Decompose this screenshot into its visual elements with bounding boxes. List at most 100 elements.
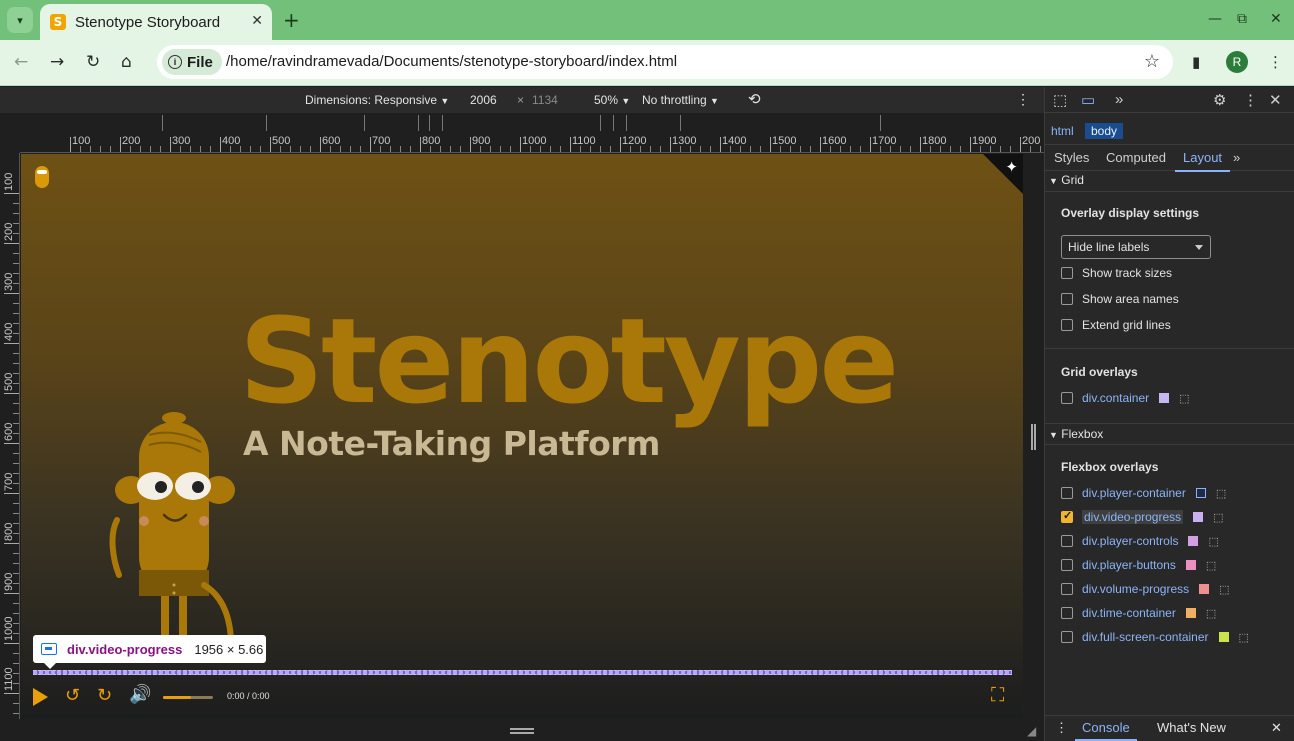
drawer-tab-whats-new[interactable]: What's New bbox=[1157, 720, 1226, 735]
media-query-marker[interactable] bbox=[600, 115, 601, 131]
inspect-element-icon[interactable]: ⬚ bbox=[1053, 91, 1067, 109]
media-query-marker[interactable] bbox=[613, 115, 614, 131]
breadcrumb-html[interactable]: html bbox=[1045, 123, 1080, 139]
checkbox[interactable] bbox=[1061, 607, 1073, 619]
select-node-icon[interactable]: ⬚ bbox=[1208, 535, 1218, 548]
overlay-class-name[interactable]: div.full-screen-container bbox=[1082, 630, 1209, 644]
volume-icon[interactable]: 🔊 bbox=[129, 684, 151, 705]
checkbox[interactable] bbox=[1061, 293, 1073, 305]
home-icon[interactable]: ⌂ bbox=[121, 52, 132, 72]
flexbox-overlay-row[interactable]: div.player-controls ⬚ bbox=[1061, 532, 1219, 550]
width-input[interactable]: 2006 bbox=[470, 93, 497, 107]
tab-computed[interactable]: Computed bbox=[1106, 150, 1166, 165]
overlay-class-name[interactable]: div.player-container bbox=[1082, 486, 1186, 500]
overlay-class-name[interactable]: div.volume-progress bbox=[1082, 582, 1189, 596]
color-swatch[interactable] bbox=[1218, 632, 1229, 642]
play-icon[interactable] bbox=[33, 688, 48, 706]
forward-icon[interactable]: → bbox=[50, 52, 64, 72]
overlay-class-name[interactable]: div.video-progress bbox=[1082, 510, 1184, 524]
select-node-icon[interactable]: ⬚ bbox=[1213, 511, 1223, 524]
checkbox[interactable] bbox=[1061, 392, 1073, 404]
line-labels-select[interactable]: Hide line labels bbox=[1061, 235, 1211, 259]
window-close-icon[interactable]: ✕ bbox=[1270, 11, 1282, 27]
flexbox-overlay-row[interactable]: div.full-screen-container ⬚ bbox=[1061, 628, 1249, 646]
throttle-select[interactable]: No throttling ▼ bbox=[642, 93, 719, 107]
resize-handle-right[interactable] bbox=[1031, 424, 1036, 450]
settings-gear-icon[interactable]: ⚙ bbox=[1213, 91, 1226, 109]
overlay-class-name[interactable]: div.player-controls bbox=[1082, 534, 1178, 548]
checkbox[interactable] bbox=[1061, 487, 1073, 499]
media-query-bar[interactable] bbox=[0, 113, 1044, 133]
back-icon[interactable]: ← bbox=[14, 52, 28, 72]
show-area-names-option[interactable]: Show area names bbox=[1061, 290, 1179, 308]
menu-kebab-icon[interactable]: ⋮ bbox=[1268, 53, 1283, 71]
pin-icon[interactable]: ✦ bbox=[1005, 158, 1018, 176]
tab-search-button[interactable]: ▾ bbox=[7, 7, 33, 33]
overlay-class-name[interactable]: div.time-container bbox=[1082, 606, 1176, 620]
device-more-icon[interactable]: ⋮ bbox=[1016, 91, 1030, 108]
checkbox[interactable] bbox=[1061, 267, 1073, 279]
media-query-marker[interactable] bbox=[429, 115, 430, 131]
media-query-marker[interactable] bbox=[162, 115, 163, 131]
restore-icon[interactable]: ⧉ bbox=[1237, 11, 1247, 27]
fullscreen-icon[interactable]: ⛶ bbox=[991, 684, 1004, 706]
video-progress-overlay[interactable] bbox=[33, 670, 1012, 675]
dimensions-select[interactable]: Dimensions: Responsive ▼ bbox=[305, 93, 449, 107]
flexbox-overlay-row[interactable]: div.time-container ⬚ bbox=[1061, 604, 1216, 622]
media-query-marker[interactable] bbox=[364, 115, 365, 131]
new-tab-button[interactable]: + bbox=[283, 8, 300, 32]
color-swatch[interactable] bbox=[1185, 608, 1196, 618]
browser-tab[interactable]: S Stenotype Storyboard ✕ bbox=[40, 4, 272, 40]
device-toggle-icon[interactable]: ▭ bbox=[1081, 91, 1095, 109]
rotate-icon[interactable]: ⟲ bbox=[748, 90, 761, 108]
color-swatch[interactable] bbox=[1199, 584, 1210, 594]
show-track-sizes-option[interactable]: Show track sizes bbox=[1061, 264, 1172, 282]
checkbox[interactable] bbox=[1061, 631, 1073, 643]
flexbox-overlay-row[interactable]: div.volume-progress ⬚ bbox=[1061, 580, 1230, 598]
extend-grid-lines-option[interactable]: Extend grid lines bbox=[1061, 316, 1171, 334]
media-query-marker[interactable] bbox=[680, 115, 681, 131]
minimize-icon[interactable]: — bbox=[1208, 11, 1222, 27]
color-swatch[interactable] bbox=[1195, 488, 1206, 498]
volume-slider[interactable] bbox=[163, 696, 213, 699]
height-input[interactable]: 1134 bbox=[532, 93, 558, 107]
grid-overlay-container[interactable]: div.container ⬚ bbox=[1061, 389, 1190, 407]
color-swatch[interactable] bbox=[1185, 560, 1196, 570]
media-query-marker[interactable] bbox=[266, 115, 267, 131]
checkbox[interactable] bbox=[1061, 559, 1073, 571]
checkbox[interactable] bbox=[1061, 583, 1073, 595]
media-query-marker[interactable] bbox=[880, 115, 881, 131]
select-node-icon[interactable]: ⬚ bbox=[1206, 607, 1216, 620]
flexbox-overlay-row[interactable]: div.player-buttons ⬚ bbox=[1061, 556, 1216, 574]
site-info-chip[interactable]: i File bbox=[162, 49, 222, 75]
media-query-marker[interactable] bbox=[626, 115, 627, 131]
media-query-marker[interactable] bbox=[418, 115, 419, 131]
select-node-icon[interactable]: ⬚ bbox=[1219, 583, 1229, 596]
tab-styles[interactable]: Styles bbox=[1054, 150, 1089, 165]
resize-handle-bottom[interactable] bbox=[510, 728, 534, 734]
more-panels-icon[interactable]: » bbox=[1115, 91, 1123, 108]
profile-avatar[interactable]: R bbox=[1226, 51, 1248, 73]
color-swatch[interactable] bbox=[1159, 393, 1170, 403]
side-panel-icon[interactable]: ▮ bbox=[1192, 53, 1200, 71]
drawer-close-icon[interactable]: ✕ bbox=[1271, 720, 1282, 736]
address-bar[interactable]: i File /home/ravindramevada/Documents/st… bbox=[157, 45, 1173, 79]
bookmark-star-icon[interactable]: ☆ bbox=[1144, 51, 1160, 72]
select-node-icon[interactable]: ⬚ bbox=[1216, 487, 1226, 500]
devtools-close-icon[interactable]: ✕ bbox=[1269, 91, 1282, 109]
drawer-menu-icon[interactable]: ⋮ bbox=[1055, 720, 1068, 736]
checkbox[interactable] bbox=[1061, 319, 1073, 331]
more-tabs-icon[interactable]: » bbox=[1233, 150, 1240, 165]
breadcrumb-body[interactable]: body bbox=[1085, 123, 1124, 139]
select-node-icon[interactable]: ⬚ bbox=[1206, 559, 1216, 572]
site-logo[interactable] bbox=[35, 166, 49, 188]
zoom-select[interactable]: 50% ▼ bbox=[594, 93, 630, 107]
overlay-class-name[interactable]: div.container bbox=[1082, 391, 1149, 405]
color-swatch[interactable] bbox=[1188, 536, 1199, 546]
select-node-icon[interactable]: ⬚ bbox=[1239, 631, 1249, 644]
checkbox[interactable] bbox=[1061, 509, 1073, 523]
select-node-icon[interactable]: ⬚ bbox=[1179, 392, 1189, 405]
url-text[interactable]: /home/ravindramevada/Documents/stenotype… bbox=[226, 53, 677, 70]
drawer-tab-console[interactable]: Console bbox=[1075, 720, 1137, 741]
tab-layout[interactable]: Layout bbox=[1175, 150, 1231, 172]
